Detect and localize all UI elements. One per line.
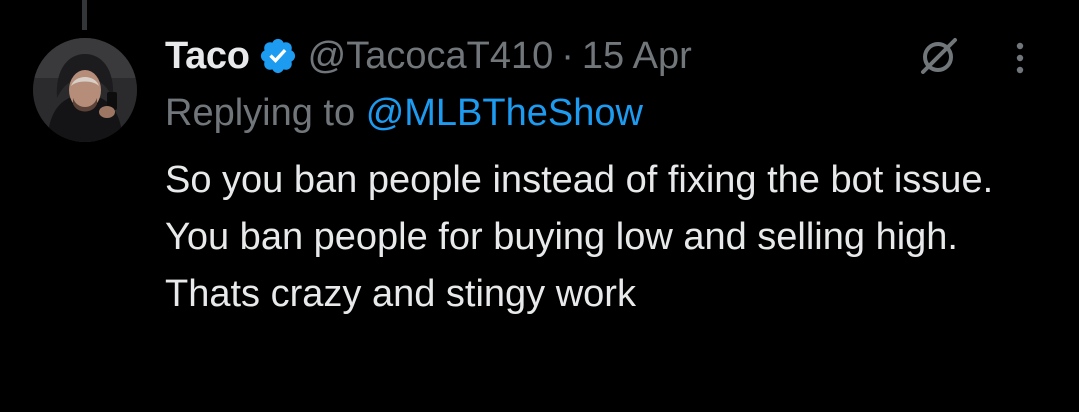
thread-connector-line [82,0,87,30]
replying-to-label: Replying to [165,92,356,134]
grok-slash-icon[interactable] [915,34,961,80]
author-handle[interactable]: @TacocaT410 [308,35,554,78]
avatar-image [33,38,137,142]
tweet-text: So you ban people instead of fixing the … [165,159,994,315]
more-vertical-icon[interactable] [1008,38,1032,78]
tweet: Taco @TacocaT410 · 15 Apr Replying to @M… [165,30,1065,323]
reply-mention-link[interactable]: @MLBTheShow [366,92,643,134]
separator-dot: · [561,34,574,77]
tweet-date[interactable]: 15 Apr [582,35,692,78]
verified-badge-icon[interactable] [258,36,298,76]
author-display-name[interactable]: Taco [165,35,250,78]
avatar[interactable] [33,38,137,142]
replying-to-line: Replying to @MLBTheShow [165,88,1065,138]
